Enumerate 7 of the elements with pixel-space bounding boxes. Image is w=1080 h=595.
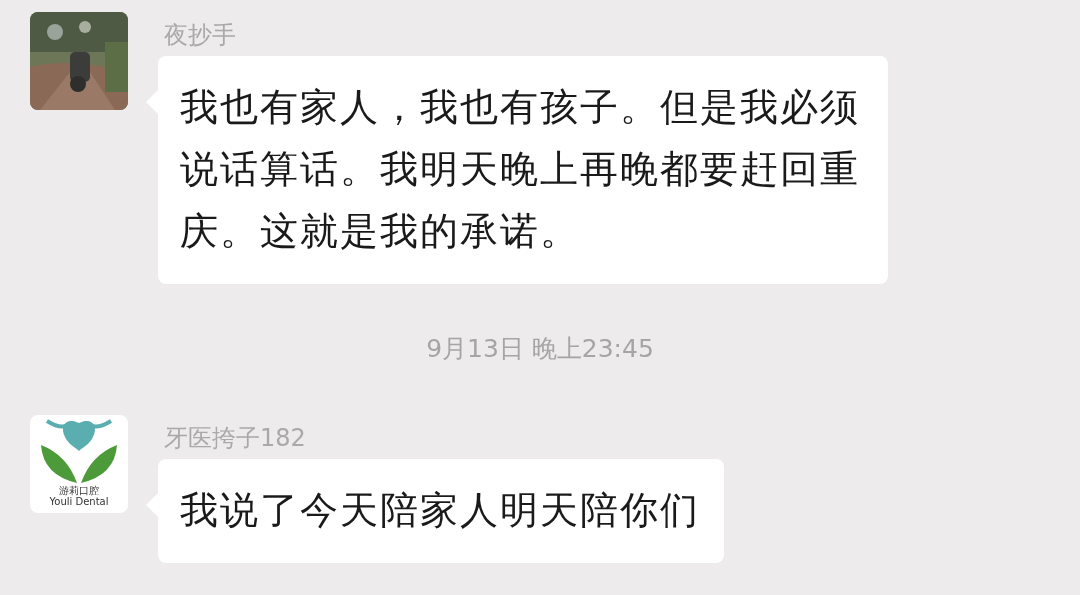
- sender-name: 牙医挎子182: [164, 423, 307, 453]
- sender-name: 夜抄手: [164, 20, 237, 50]
- logo-text: 游莉口腔: [59, 485, 99, 496]
- timestamp: 9月13日 晚上23:45: [426, 333, 654, 365]
- message-bubble[interactable]: 我说了今天陪家人明天陪你们: [158, 459, 724, 563]
- logo-text: Youli Dental: [49, 496, 109, 507]
- message-bubble[interactable]: 我也有家人，我也有孩子。但是我必须说话算话。我明天晚上再晚都要赶回重庆。这就是我的承诺。: [158, 56, 888, 284]
